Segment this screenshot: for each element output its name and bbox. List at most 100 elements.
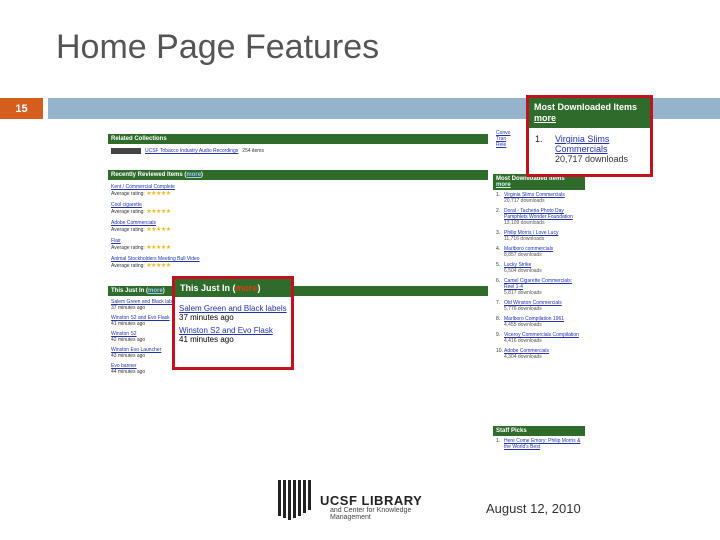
recent-item: Flair Average rating: ★★★★★ bbox=[108, 234, 488, 252]
recently-reviewed-section: Recently Reviewed Items (more) Kent / Co… bbox=[108, 170, 488, 270]
download-count: 6,504 downloads bbox=[504, 268, 542, 274]
item-number: 1. bbox=[496, 192, 501, 198]
rating-stars-icon: ★★★★★ bbox=[146, 191, 171, 197]
just-in-item-time: 43 minutes ago bbox=[111, 353, 146, 359]
logo-subtitle: and Center for Knowledge Management bbox=[330, 507, 412, 521]
just-in-item: Winston S2 and Evo Flask 41 minutes ago bbox=[108, 312, 488, 328]
item-body: Adobe Commercials 4,304 downloads bbox=[504, 348, 582, 360]
callout-just-header: This Just In (more) bbox=[175, 279, 291, 297]
download-count: 8,857 downloads bbox=[504, 252, 542, 258]
left-column: Related Collections UCSF Tobacco Industr… bbox=[108, 130, 488, 468]
callout-just-item-link[interactable]: Salem Green and Black labels bbox=[179, 304, 287, 313]
rating-label: Average rating: bbox=[111, 209, 147, 215]
recent-item-rating: Average rating: ★★★★★ bbox=[111, 226, 485, 233]
item-body: Lucky Strike 6,504 downloads bbox=[504, 262, 582, 274]
item-body: Viceroy Commercials Compilation 4,416 dow… bbox=[504, 332, 582, 344]
top-right-line[interactable]: Rele bbox=[496, 142, 510, 148]
item-number: 2. bbox=[496, 208, 501, 214]
most-downloaded-item: 7. Old Winston Commercials 5,776 downloads bbox=[493, 298, 585, 314]
just-in-item-time: 42 minutes ago bbox=[111, 337, 146, 343]
slide-number: 15 bbox=[0, 98, 43, 119]
item-body: Old Winston Commercials 5,776 downloads bbox=[504, 300, 582, 312]
top-right-snippet: Convo Tran Rele bbox=[496, 130, 510, 148]
callout-just-list: Salem Green and Black labels 37 minutes a… bbox=[175, 297, 291, 347]
just-in-item: Winston S2 42 minutes ago bbox=[108, 328, 488, 344]
most-downloaded-link[interactable]: Camel Cigarette Commercials: Reel 1-4 bbox=[504, 278, 582, 290]
just-in-section: This Just In (more) Salem Green and Blac… bbox=[108, 286, 488, 376]
most-downloaded-callout: Most Downloaded Items more 1. Virginia S… bbox=[526, 95, 653, 177]
callout-just-more-link[interactable]: more bbox=[236, 283, 258, 293]
most-downloaded-item: 2. Doral - Tacheria Photo Day Pamphlets W… bbox=[493, 206, 585, 228]
recent-item-rating: Average rating: ★★★★★ bbox=[111, 190, 485, 197]
item-number: 7. bbox=[496, 300, 501, 306]
rating-label: Average rating: bbox=[111, 191, 147, 197]
callout-most-item-downloads: 20,717 downloads bbox=[554, 154, 629, 164]
callout-just-item: Salem Green and Black labels 37 minutes a… bbox=[179, 304, 287, 322]
just-in-more-link[interactable]: more bbox=[148, 288, 163, 294]
just-in-item: Winston Evo Launcher 43 minutes ago bbox=[108, 344, 488, 360]
callout-most-title: Most Downloaded Items bbox=[534, 102, 638, 112]
just-in-item-time: 37 minutes ago bbox=[111, 305, 146, 311]
recent-item-rating: Average rating: ★★★★★ bbox=[111, 208, 485, 215]
item-body: Philip Morris / Love Lucy 11,716 download… bbox=[504, 230, 582, 242]
staff-pick-link[interactable]: Here Come Emory: Philip Morris & the Wor… bbox=[504, 438, 582, 450]
just-in-callout: This Just In (more) Salem Green and Blac… bbox=[172, 276, 294, 370]
item-number: 5. bbox=[496, 262, 501, 268]
most-downloaded-list: 1. Virginia Slims Commercials 20,717 downl… bbox=[493, 190, 585, 362]
just-in-list: Salem Green and Black labels 37 minutes a… bbox=[108, 296, 488, 376]
just-in-item: Salem Green and Black labels 37 minutes a… bbox=[108, 296, 488, 312]
item-body: Camel Cigarette Commercials: Reel 1-4 5,8… bbox=[504, 278, 582, 296]
download-count: 4,416 downloads bbox=[504, 338, 542, 344]
download-count: 4,304 downloads bbox=[504, 354, 542, 360]
recent-more-link[interactable]: more bbox=[186, 172, 201, 178]
recent-header-close: ) bbox=[201, 172, 204, 178]
just-in-item-time: 44 minutes ago bbox=[111, 369, 146, 375]
most-downloaded-more-link[interactable]: more bbox=[496, 182, 582, 188]
recent-item: Cool cigarette Average rating: ★★★★★ bbox=[108, 198, 488, 216]
item-number: 6. bbox=[496, 278, 501, 284]
callout-just-item-link[interactable]: Winston S2 and Evo Flask bbox=[179, 326, 287, 335]
most-downloaded-section: Most Downloaded Items more 1. Virginia Sl… bbox=[493, 174, 585, 362]
most-downloaded-item: 6. Camel Cigarette Commercials: Reel 1-4 5… bbox=[493, 276, 585, 298]
related-collections-section: Related Collections UCSF Tobacco Industr… bbox=[108, 134, 488, 155]
item-body: Marlboro commercials 8,857 downloads bbox=[504, 246, 582, 258]
staff-picks-section: Staff Picks 1. Here Come Emory: Philip Mo… bbox=[493, 426, 585, 452]
download-count: 4,455 downloads bbox=[504, 322, 542, 328]
logo-title: UCSF LIBRARY bbox=[320, 493, 423, 508]
callout-most-more-link[interactable]: more bbox=[534, 113, 645, 124]
callout-most-item-number: 1. bbox=[535, 134, 543, 144]
rating-label: Average rating: bbox=[111, 245, 147, 251]
most-downloaded-item: 8. Marlboro Compilation 1961 4,455 downloa… bbox=[493, 314, 585, 330]
just-in-item: Evo banner 44 minutes ago bbox=[108, 360, 488, 376]
rating-label: Average rating: bbox=[111, 263, 147, 269]
rating-stars-icon: ★★★★★ bbox=[146, 263, 171, 269]
most-downloaded-item: 4. Marlboro commercials 8,857 downloads bbox=[493, 244, 585, 260]
rating-label: Average rating: bbox=[111, 227, 147, 233]
recently-reviewed-header: Recently Reviewed Items (more) bbox=[108, 170, 488, 180]
callout-most-item-link[interactable]: Virginia Slims Commercials bbox=[555, 134, 646, 154]
right-column: Convo Tran Rele Most Downloaded Items more… bbox=[493, 130, 585, 468]
callout-just-item-time: 37 minutes ago bbox=[179, 313, 234, 322]
staff-picks-list: 1. Here Come Emory: Philip Morris & the W… bbox=[493, 436, 585, 452]
download-count: 11,716 downloads bbox=[504, 236, 545, 242]
library-logo-mark bbox=[276, 480, 314, 520]
collection-thumbnail[interactable] bbox=[111, 148, 141, 154]
ucsf-library-logo: UCSF LIBRARY and Center for Knowledge Ma… bbox=[276, 480, 446, 522]
recent-list: Kent / Commercial Complete Average rating… bbox=[108, 180, 488, 270]
rating-stars-icon: ★★★★★ bbox=[146, 245, 171, 251]
recent-item-rating: Average rating: ★★★★★ bbox=[111, 262, 485, 269]
callout-most-header: Most Downloaded Items more bbox=[529, 98, 650, 128]
download-count: 5,817 downloads bbox=[504, 290, 542, 296]
item-number: 3. bbox=[496, 230, 501, 236]
slide-date: August 12, 2010 bbox=[486, 501, 581, 516]
callout-just-header-close: ) bbox=[257, 283, 261, 293]
just-in-header: This Just In (more) bbox=[108, 286, 488, 296]
item-body: Marlboro Compilation 1961 4,455 downloads bbox=[504, 316, 582, 328]
most-downloaded-link[interactable]: Doral - Tacheria Photo Day Pamphlets Won… bbox=[504, 208, 582, 220]
related-collection-link[interactable]: UCSF Tobacco Industry Audio Recordings bbox=[145, 148, 238, 154]
staff-pick-item: 1. Here Come Emory: Philip Morris & the W… bbox=[493, 436, 585, 452]
download-count: 5,776 downloads bbox=[504, 306, 542, 312]
just-in-item-time: 41 minutes ago bbox=[111, 321, 146, 327]
recent-header-text: Recently Reviewed Items ( bbox=[111, 172, 187, 178]
recent-item: Animal Stockholders Meeting Bull Video Av… bbox=[108, 252, 488, 270]
